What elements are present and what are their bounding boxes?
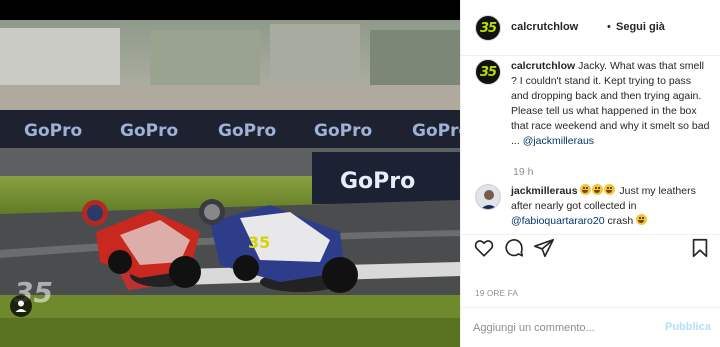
- banner-text: GoPro: [314, 121, 372, 141]
- caption-mention[interactable]: @jackmilleraus: [523, 135, 594, 147]
- comment-input[interactable]: [473, 318, 653, 338]
- reply-mention[interactable]: @fabioquartararo20: [511, 215, 605, 227]
- author-username[interactable]: calcrutchlow: [511, 21, 578, 33]
- caption-timestamp: 19 h: [513, 166, 534, 178]
- post-photo[interactable]: GoPro GoPro GoPro GoPro GoPro GoPro: [0, 0, 460, 347]
- share-icon[interactable]: [533, 237, 555, 259]
- caption-avatar[interactable]: 35: [475, 59, 501, 85]
- post-side-panel: 35 calcrutchlow • Segui già 35 calcrutch…: [460, 0, 720, 347]
- svg-text:35: 35: [248, 233, 270, 252]
- avatar-logo: 35: [479, 20, 497, 36]
- author-avatar[interactable]: 35: [475, 15, 501, 41]
- publish-button[interactable]: Pubblica: [665, 321, 711, 333]
- reply-avatar[interactable]: [475, 184, 501, 210]
- heart-icon[interactable]: [473, 237, 495, 259]
- banner-text: GoPro: [24, 121, 82, 141]
- avatar-logo: 35: [479, 64, 497, 80]
- post-date: 19 ORE FA: [475, 289, 519, 298]
- bookmark-icon[interactable]: [689, 237, 711, 259]
- reply-text-after: crash: [607, 215, 634, 227]
- action-bar: [461, 234, 720, 272]
- reply-comment: jackmilleraus Just my leathers after nea…: [511, 184, 711, 229]
- post-header: 35 calcrutchlow • Segui già: [461, 0, 720, 56]
- user-tag-icon[interactable]: [10, 295, 32, 317]
- caption-username[interactable]: calcrutchlow: [511, 60, 575, 72]
- laughing-emoji-icon: [592, 184, 604, 195]
- laughing-emoji-icon: [580, 184, 592, 195]
- board-text: GoPro: [340, 169, 415, 194]
- laughing-emoji-icon: [604, 184, 616, 195]
- header-separator: •: [607, 21, 611, 33]
- race-photo: GoPro GoPro GoPro GoPro GoPro GoPro: [0, 20, 460, 347]
- caption: calcrutchlow Jacky. What was that smell …: [511, 59, 711, 149]
- comments-section: 35 calcrutchlow Jacky. What was that sme…: [461, 56, 720, 234]
- reply-username[interactable]: jackmilleraus: [511, 185, 578, 197]
- banner-text: GoPro: [218, 121, 276, 141]
- banner-text: GoPro: [412, 121, 460, 141]
- following-button[interactable]: Segui già: [616, 21, 665, 33]
- photo-top-bar: [0, 0, 460, 20]
- comment-icon[interactable]: [503, 237, 525, 259]
- add-comment-bar: Pubblica: [461, 307, 720, 347]
- banner-text: GoPro: [120, 121, 178, 141]
- caption-text: Jacky. What was that smell ? I couldn't …: [511, 60, 710, 147]
- laughing-emoji-icon: [636, 214, 648, 225]
